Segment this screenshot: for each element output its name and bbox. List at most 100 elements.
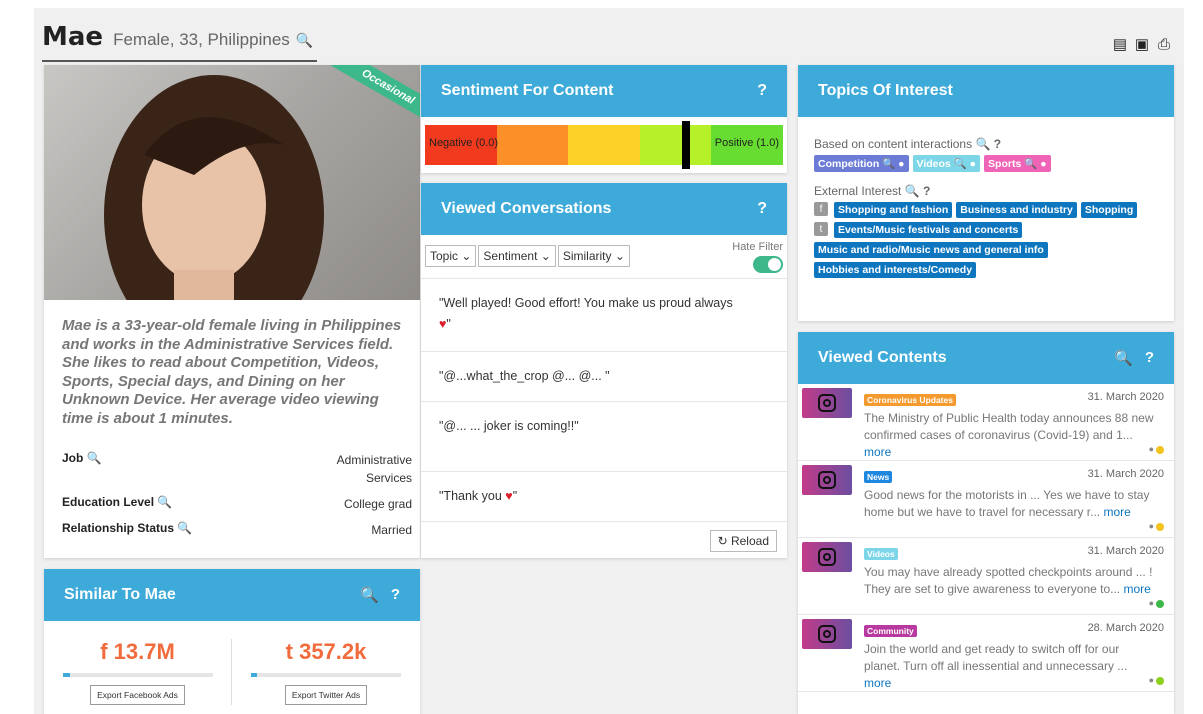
fact-value: Married xyxy=(371,523,412,537)
content-tag[interactable]: Community xyxy=(864,625,917,637)
sentiment-indicator: ● xyxy=(1149,521,1164,531)
conversation-text: "Thank you xyxy=(439,489,502,503)
heart-icon: ♥ xyxy=(505,489,513,503)
zoom-icon[interactable]: 🔍 xyxy=(87,451,102,465)
twitter-tags: t Events/Music festivals and concerts Mu… xyxy=(814,222,1158,278)
interest-tag[interactable]: Business and industry xyxy=(956,202,1077,218)
conversation-text: "@... ... joker is coming!!" xyxy=(439,419,579,433)
topic-filter[interactable]: Topic ⌄ xyxy=(425,245,477,267)
conversation-text: "@...what_the_crop @... @... " xyxy=(439,369,610,383)
sentiment-marker xyxy=(682,121,691,169)
content-item[interactable]: Community 28. March 2020 Join the world … xyxy=(798,615,1174,692)
contents-card: Viewed Contents 🔍 ? Coronavirus Updates … xyxy=(798,332,1174,714)
sentiment-title: Sentiment For Content xyxy=(441,82,614,99)
sentiment-segment xyxy=(639,125,712,165)
zoom-icon[interactable]: 🔍 xyxy=(157,495,172,509)
similar-card: Similar To Mae 🔍 ? f 13.7M Export Facebo… xyxy=(44,569,420,714)
zoom-icon[interactable]: 🔍 xyxy=(296,32,313,49)
heart-icon: ♥ xyxy=(439,317,447,331)
zoom-icon[interactable]: 🔍 xyxy=(360,586,379,604)
profile-name: Mae xyxy=(42,22,104,52)
fact-relationship: Relationship Status 🔍 Married xyxy=(62,521,412,539)
content-tag[interactable]: Coronavirus Updates xyxy=(864,394,956,406)
topics-title: Topics Of Interest xyxy=(818,82,953,99)
conversations-card: Viewed Conversations ? Topic ⌄ Sentiment… xyxy=(421,183,787,558)
dashboard-frame: Mae Female, 33, Philippines 🔍 ▤ ▣ ⎙ Occa… xyxy=(34,8,1184,714)
facebook-icon: f xyxy=(814,202,828,216)
reload-button[interactable]: ↻ Reload xyxy=(709,530,777,552)
help-icon[interactable]: ? xyxy=(757,200,767,218)
conversation-text: "Well played! Good effort! You make us p… xyxy=(439,296,733,310)
fact-value: Administrative Services xyxy=(336,453,412,485)
image-icon[interactable]: ▣ xyxy=(1134,36,1150,53)
topics-card: Topics Of Interest Based on content inte… xyxy=(798,65,1174,321)
print-icon[interactable]: ⎙ xyxy=(1156,36,1172,53)
export-twitter-button[interactable]: Export Twitter Ads xyxy=(284,685,368,705)
export-facebook-button[interactable]: Export Facebook Ads xyxy=(90,685,185,705)
similarity-filter[interactable]: Similarity ⌄ xyxy=(557,245,630,267)
content-text: Join the world and get ready to switch o… xyxy=(864,642,1128,673)
content-tag[interactable]: News xyxy=(864,471,893,483)
map-icon[interactable]: ▤ xyxy=(1112,36,1128,53)
zoom-icon[interactable]: 🔍 xyxy=(975,137,990,151)
help-icon[interactable]: ? xyxy=(391,586,400,604)
fact-job: Job 🔍 Administrative Services xyxy=(62,451,412,487)
instagram-icon xyxy=(802,542,852,572)
positive-label: Positive (1.0) xyxy=(714,137,779,149)
hate-filter: Hate Filter xyxy=(732,241,783,273)
help-icon[interactable]: ? xyxy=(923,184,930,198)
fact-education: Education Level 🔍 College grad xyxy=(62,495,412,513)
sentiment-filter[interactable]: Sentiment ⌄ xyxy=(478,245,556,267)
content-item[interactable]: Videos 31. March 2020 You may have alrea… xyxy=(798,538,1174,615)
content-tags: Competition 🔍 ● Videos 🔍 ● Sports 🔍 ● xyxy=(814,155,1158,172)
content-item[interactable]: News 31. March 2020 Good news for the mo… xyxy=(798,461,1174,538)
interest-tag[interactable]: Shopping and fashion xyxy=(834,202,953,218)
zoom-icon[interactable]: 🔍 xyxy=(905,184,920,198)
zoom-icon[interactable]: 🔍 xyxy=(177,521,192,535)
topics-header: Topics Of Interest xyxy=(798,65,1174,117)
more-link[interactable]: more xyxy=(1103,505,1130,519)
content-text: The Ministry of Public Health today anno… xyxy=(864,411,1154,442)
help-icon[interactable]: ? xyxy=(757,82,767,100)
contents-list: Coronavirus Updates 31. March 2020 The M… xyxy=(798,384,1174,692)
topic-tag[interactable]: Sports 🔍 ● xyxy=(984,155,1051,172)
instagram-icon xyxy=(802,619,852,649)
interest-tag[interactable]: Shopping xyxy=(1080,202,1138,218)
content-text: You may have already spotted checkpoints… xyxy=(864,565,1153,596)
sentiment-indicator: ● xyxy=(1149,444,1164,454)
help-icon[interactable]: ? xyxy=(994,137,1001,151)
profile-facts: Job 🔍 Administrative Services Education … xyxy=(62,451,412,547)
interest-tag[interactable]: Hobbies and interests/Comedy xyxy=(814,262,977,278)
help-icon[interactable]: ? xyxy=(1145,349,1154,367)
interest-tag[interactable]: Events/Music festivals and concerts xyxy=(834,222,1023,238)
conversation-item: "@...what_the_crop @... @... " xyxy=(421,352,787,402)
sentiment-indicator: ● xyxy=(1149,675,1164,685)
sentiment-bar: Negative (0.0) Positive (1.0) xyxy=(425,121,783,169)
twitter-icon: t xyxy=(814,222,828,236)
content-date: 31. March 2020 xyxy=(1087,545,1164,557)
fact-value: College grad xyxy=(343,497,412,511)
content-interactions-label: Based on content interactions xyxy=(814,137,973,151)
facebook-tags: f Shopping and fashion Business and indu… xyxy=(814,202,1158,218)
content-item[interactable]: Coronavirus Updates 31. March 2020 The M… xyxy=(798,384,1174,461)
conversations-title: Viewed Conversations xyxy=(441,200,612,217)
sentiment-header: Sentiment For Content ? xyxy=(421,65,787,117)
topic-tag[interactable]: Videos 🔍 ● xyxy=(912,155,981,172)
profile-subtitle: Female, 33, Philippines xyxy=(113,30,290,49)
facebook-audience: f 13.7M Export Facebook Ads xyxy=(44,639,232,705)
interest-tag[interactable]: Music and radio/Music news and general i… xyxy=(814,242,1048,258)
more-link[interactable]: more xyxy=(864,445,891,459)
profile-header: Mae Female, 33, Philippines 🔍 xyxy=(42,22,318,62)
fact-label: Education Level xyxy=(62,495,155,509)
sentiment-segment xyxy=(496,125,569,165)
zoom-icon[interactable]: 🔍 xyxy=(1114,349,1133,367)
fact-label: Job xyxy=(62,451,84,465)
twitter-progress xyxy=(251,673,401,677)
more-link[interactable]: more xyxy=(1123,582,1150,596)
portrait-illustration xyxy=(104,75,324,300)
sentiment-card: Sentiment For Content ? Negative (0.0) P… xyxy=(421,65,787,173)
more-link[interactable]: more xyxy=(864,676,891,690)
topic-tag[interactable]: Competition 🔍 ● xyxy=(814,155,909,172)
hate-filter-toggle[interactable] xyxy=(753,256,783,273)
content-tag[interactable]: Videos xyxy=(864,548,898,560)
